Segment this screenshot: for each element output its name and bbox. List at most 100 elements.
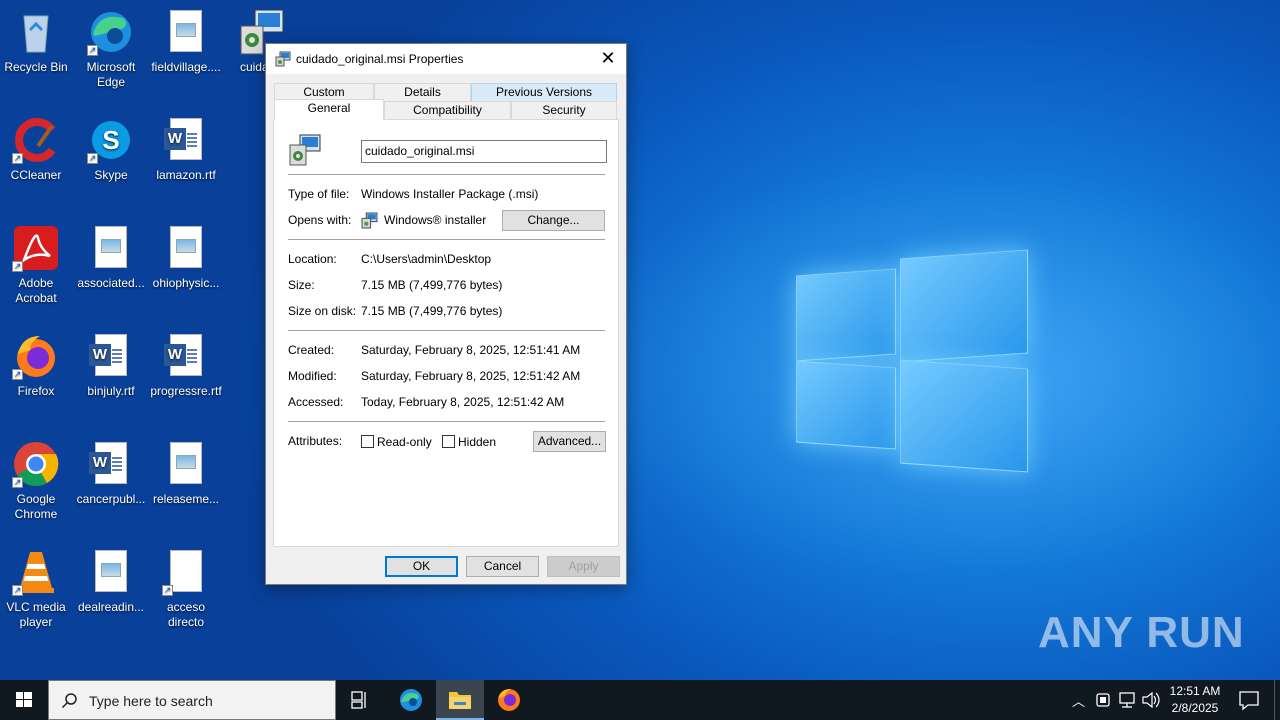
tab-security[interactable]: Security [511,101,617,119]
windows-logo-icon [16,692,32,707]
network-button[interactable] [1116,680,1138,720]
desktop-icon-adobe-acrobat[interactable]: ↗ Adobe Acrobat [0,224,72,306]
desktop-icon-label: binjuly.rtf [87,384,135,398]
word-doc-icon: W [87,332,135,380]
shortcut-arrow-icon: ↗ [12,585,23,596]
taskbar-edge[interactable] [387,680,435,720]
change-button[interactable]: Change... [502,210,605,231]
separator [288,239,605,240]
desktop-icon-microsoft-edge[interactable]: ↗ Microsoft Edge [75,8,147,90]
dialog-title: cuidado_original.msi Properties [296,52,464,66]
cancel-button[interactable]: Cancel [466,556,539,577]
desktop-icon-progressre-rtf[interactable]: Wprogressre.rtf [150,332,222,399]
desktop-icon-binjuly-rtf[interactable]: Wbinjuly.rtf [75,332,147,399]
desktop-icon-label: CCleaner [10,168,62,182]
dialog-title-bar[interactable]: cuidado_original.msi Properties ✕ [266,44,626,74]
separator [288,174,605,175]
filename-input[interactable]: cuidado_original.msi [361,140,607,163]
shortcut-arrow-icon: ↗ [12,477,23,488]
firefox-icon: ↗ [12,332,60,380]
firefox-icon [498,689,520,711]
desktop-icon-label: cancerpubl... [76,492,146,506]
image-file-icon [162,224,210,272]
folder-icon [449,692,471,709]
desktop-icon-vlc-media-player[interactable]: ↗ VLC media player [0,548,72,630]
desktop-icon-label: releaseme... [152,492,220,506]
search-placeholder: Type here to search [89,693,213,709]
start-button[interactable] [0,680,48,720]
desktop-icon-cancerpubl[interactable]: Wcancerpubl... [75,440,147,507]
desktop-icon-skype[interactable]: S ↗ Skype [75,116,147,183]
show-desktop-button[interactable] [1274,680,1280,720]
shortcut-arrow-icon: ↗ [12,153,23,164]
taskbar-clock[interactable]: 12:51 AM 2/8/2025 [1160,683,1230,717]
tab-previous-versions[interactable]: Previous Versions [471,83,617,101]
read-only-label: Read-only [377,435,432,449]
desktop-icon-label: fieldvillage.... [151,60,221,74]
opens-with-value: Windows® installer [384,213,487,227]
taskbar-firefox[interactable] [485,680,533,720]
task-view-button[interactable] [336,680,384,720]
modified-label: Modified: [288,369,337,383]
desktop-icon-label: Google Chrome [14,492,58,521]
blank-file-icon: ↗ [162,548,210,596]
desktop-icon-releaseme[interactable]: releaseme... [150,440,222,507]
windows-installer-icon [361,212,378,229]
close-button[interactable]: ✕ [590,44,626,74]
ok-button[interactable]: OK [385,556,458,577]
properties-dialog: cuidado_original.msi Properties ✕ Custom… [265,43,627,585]
desktop-icon-label: dealreadin... [77,600,145,614]
desktop-icon-recycle-bin[interactable]: Recycle Bin [0,8,72,75]
desktop-icon-acceso-directo[interactable]: ↗ acceso directo [150,548,222,630]
read-only-checkbox[interactable] [361,435,374,448]
close-icon: ✕ [600,48,616,68]
type-label: Type of file: [288,187,350,201]
created-value: Saturday, February 8, 2025, 12:51:41 AM [361,343,581,357]
desktop-icon-fieldvillage[interactable]: fieldvillage.... [150,8,222,75]
notification-icon [1239,691,1259,711]
vlc-icon: ↗ [12,548,60,596]
recycle-bin-icon [12,8,60,56]
chevron-up-icon: ︿ [1072,694,1086,709]
search-icon [61,693,77,709]
desktop-icon-lamazon-rtf[interactable]: Wlamazon.rtf [150,116,222,183]
tab-details[interactable]: Details [374,83,471,101]
image-file-icon [87,548,135,596]
tab-general[interactable]: General [274,99,384,120]
tray-app[interactable] [1092,680,1114,720]
desktop-icon-google-chrome[interactable]: ↗ Google Chrome [0,440,72,522]
desktop-icon-label: Skype [94,168,128,182]
msi-installer-icon [275,51,291,67]
ccleaner-icon: ↗ [12,116,60,164]
desktop-icon-dealreadin[interactable]: dealreadin... [75,548,147,615]
advanced-button[interactable]: Advanced... [533,431,606,452]
skype-icon: S ↗ [87,116,135,164]
chrome-icon: ↗ [12,440,60,488]
image-file-icon [162,440,210,488]
size-on-disk-label: Size on disk: [288,304,357,318]
desktop-icon-label: lamazon.rtf [156,168,216,182]
location-label: Location: [288,252,337,266]
desktop-icon-label: Recycle Bin [4,60,68,74]
desktop-icon-ohiophysic[interactable]: ohiophysic... [150,224,222,291]
taskbar-search-box[interactable]: Type here to search [48,680,336,720]
action-center-button[interactable] [1232,680,1266,720]
general-tab-panel: cuidado_original.msi Type of file: Windo… [273,119,619,547]
taskbar-file-explorer[interactable] [436,680,484,720]
volume-icon [1142,691,1160,709]
tab-compatibility[interactable]: Compatibility [384,101,511,119]
volume-button[interactable] [1140,680,1162,720]
hidden-checkbox[interactable] [442,435,455,448]
image-file-icon [87,224,135,272]
network-icon [1119,692,1135,708]
separator [288,330,605,331]
desktop-icon-firefox[interactable]: ↗ Firefox [0,332,72,399]
taskbar: Type here to search ︿ 12:51 AM 2/8/2025 [0,680,1280,720]
desktop-icon-label: ohiophysic... [152,276,220,290]
show-hidden-icons-button[interactable]: ︿ [1068,680,1090,720]
desktop-icon-associated[interactable]: associated... [75,224,147,291]
created-label: Created: [288,343,335,357]
desktop-icon-label: Microsoft Edge [86,60,136,89]
desktop-icon-ccleaner[interactable]: ↗ CCleaner [0,116,72,183]
apply-button[interactable]: Apply [547,556,620,577]
